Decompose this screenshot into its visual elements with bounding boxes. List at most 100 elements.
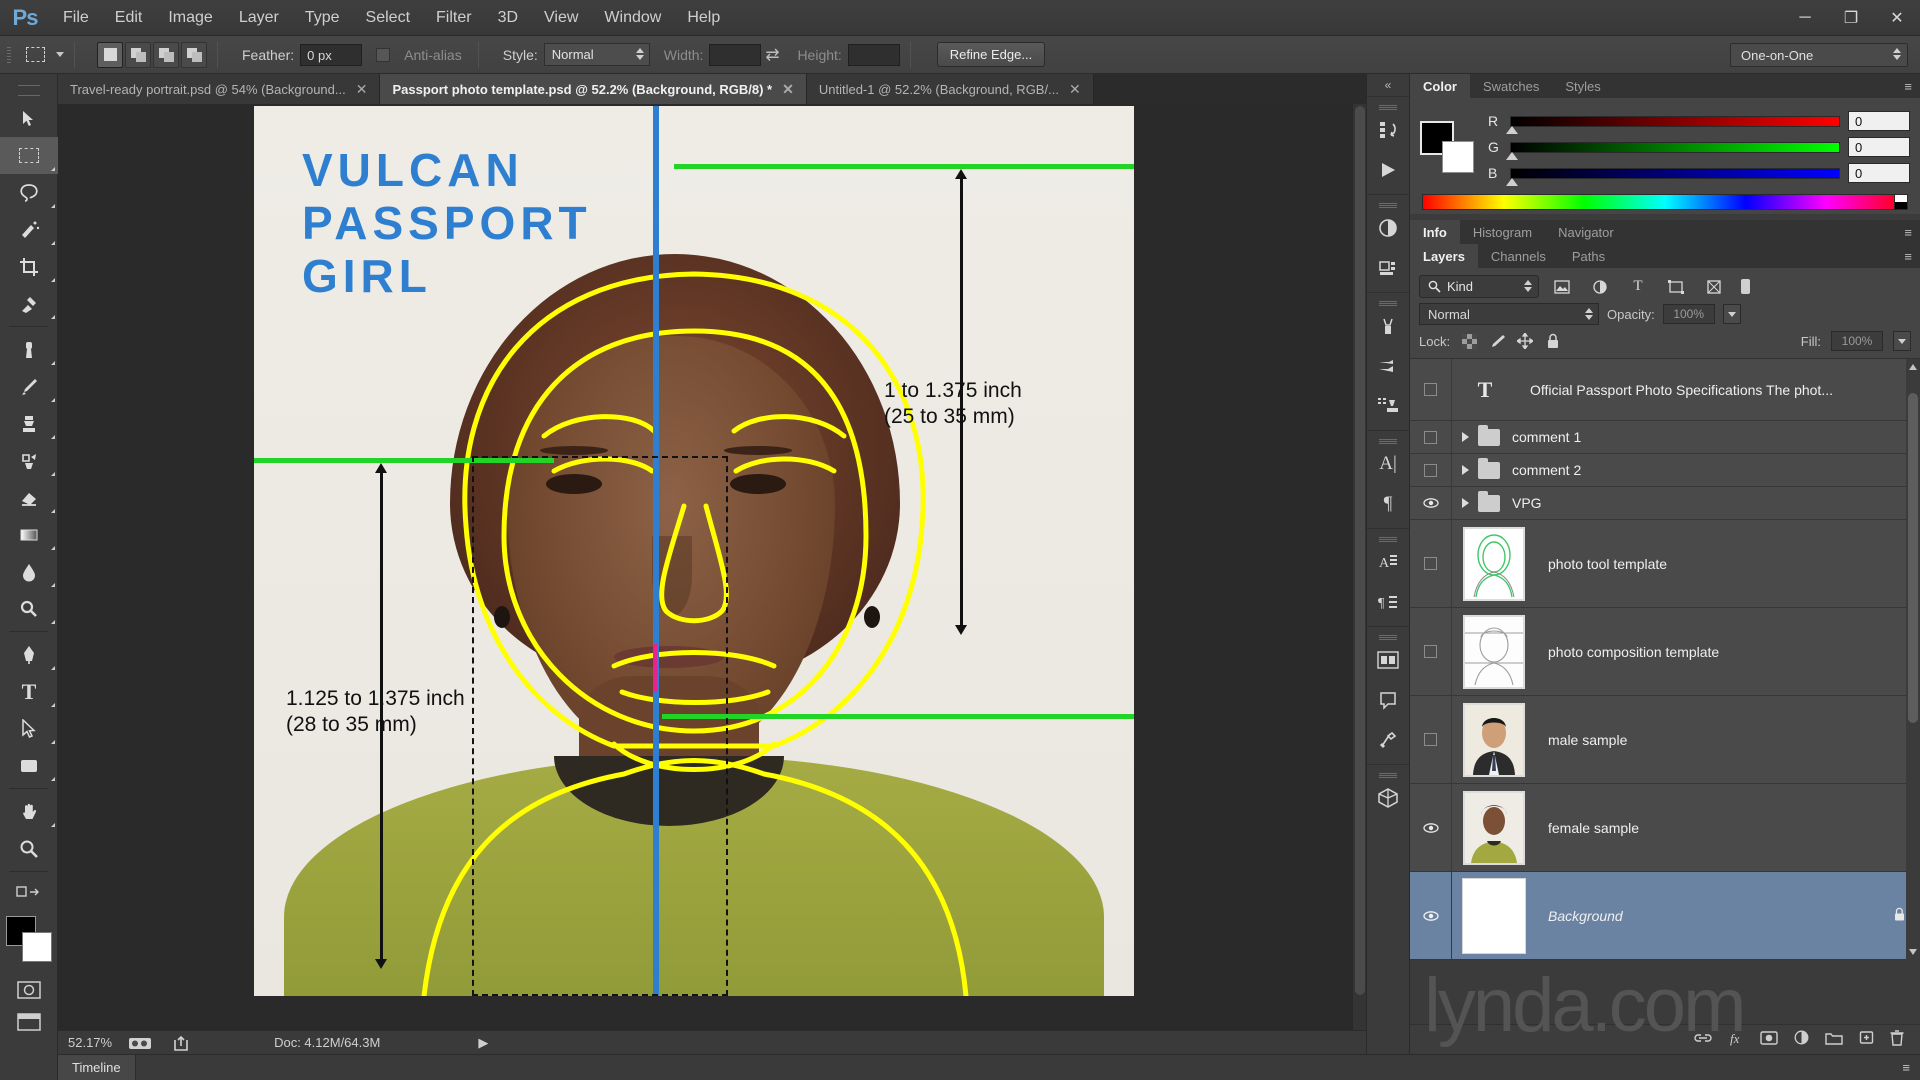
group-disclosure-triangle-icon[interactable] bbox=[1452, 498, 1478, 508]
close-icon[interactable]: ✕ bbox=[782, 81, 794, 98]
camera-icon[interactable] bbox=[126, 1035, 154, 1051]
timeline-panel-menu-icon[interactable]: ≡ bbox=[1902, 1060, 1920, 1075]
slider-handle-b[interactable] bbox=[1506, 178, 1518, 186]
table-row[interactable]: photo composition template bbox=[1410, 608, 1920, 696]
subtract-from-selection-button[interactable] bbox=[153, 42, 179, 68]
rectangular-marquee-tool[interactable] bbox=[0, 137, 58, 174]
tab-info[interactable]: Info bbox=[1410, 220, 1460, 244]
document-canvas[interactable]: 1 to 1.375 inch (25 to 35 mm) 1.125 to 1… bbox=[254, 106, 1134, 996]
clone-source-icon[interactable] bbox=[1367, 386, 1409, 426]
tab-styles[interactable]: Styles bbox=[1552, 74, 1613, 98]
layer-visibility-toggle[interactable] bbox=[1410, 520, 1452, 607]
table-row[interactable]: photo tool template bbox=[1410, 520, 1920, 608]
menu-layer[interactable]: Layer bbox=[226, 0, 292, 36]
layer-name[interactable]: female sample bbox=[1536, 820, 1639, 836]
path-selection-tool[interactable] bbox=[0, 710, 58, 747]
brush-tool[interactable] bbox=[0, 368, 58, 405]
minimize-button[interactable]: ─ bbox=[1782, 0, 1828, 36]
group-disclosure-triangle-icon[interactable] bbox=[1452, 432, 1478, 442]
rectangle-tool[interactable] bbox=[0, 747, 58, 784]
link-layers-icon[interactable] bbox=[1694, 1031, 1712, 1049]
close-icon[interactable]: ✕ bbox=[356, 81, 368, 98]
layer-visibility-toggle[interactable] bbox=[1410, 872, 1452, 959]
dock-grip[interactable] bbox=[1367, 769, 1409, 778]
paragraph-panel-icon[interactable]: ¶ bbox=[1367, 484, 1409, 524]
layer-thumbnail-cell[interactable] bbox=[1452, 527, 1536, 601]
layer-thumbnail-cell[interactable] bbox=[1452, 615, 1536, 689]
layer-visibility-toggle[interactable] bbox=[1410, 454, 1452, 486]
lock-image-pixels-icon[interactable] bbox=[1488, 332, 1506, 350]
document-tab-passport-photo-template[interactable]: Passport photo template.psd @ 52.2% (Bac… bbox=[380, 74, 806, 104]
blur-tool[interactable] bbox=[0, 553, 58, 590]
share-icon[interactable] bbox=[168, 1035, 196, 1051]
layer-name[interactable]: male sample bbox=[1536, 732, 1627, 748]
type-filter-icon[interactable]: T bbox=[1623, 275, 1653, 298]
character-panel-icon[interactable]: A| bbox=[1367, 444, 1409, 484]
layer-mask-icon[interactable] bbox=[1760, 1031, 1778, 1049]
anti-alias-checkbox[interactable] bbox=[376, 48, 390, 62]
document-tab-travel-ready-portrait[interactable]: Travel-ready portrait.psd @ 54% (Backgro… bbox=[58, 74, 380, 104]
quick-selection-tool[interactable] bbox=[0, 211, 58, 248]
eraser-tool[interactable] bbox=[0, 479, 58, 516]
status-expand-arrow-icon[interactable]: ▶ bbox=[478, 1035, 488, 1051]
feather-input[interactable]: 0 px bbox=[300, 44, 362, 66]
smart-object-filter-icon[interactable] bbox=[1699, 275, 1729, 298]
layer-visibility-toggle[interactable] bbox=[1410, 608, 1452, 695]
layer-filter-kind-select[interactable]: Kind bbox=[1419, 275, 1539, 298]
slider-handle-g[interactable] bbox=[1506, 152, 1518, 160]
layer-thumbnail-cell[interactable] bbox=[1452, 791, 1536, 865]
delete-layer-icon[interactable] bbox=[1890, 1030, 1904, 1050]
layer-name[interactable]: VPG bbox=[1500, 495, 1542, 511]
channel-slider-b[interactable] bbox=[1510, 168, 1840, 179]
layer-thumbnail-cell[interactable] bbox=[1452, 879, 1536, 953]
visibility-off-icon[interactable] bbox=[1424, 464, 1437, 477]
eyedropper-tool[interactable] bbox=[0, 285, 58, 322]
layer-list[interactable]: T Official Passport Photo Specifications… bbox=[1410, 358, 1920, 960]
dock-grip[interactable] bbox=[1367, 101, 1409, 110]
tab-color[interactable]: Color bbox=[1410, 74, 1470, 98]
menu-view[interactable]: View bbox=[531, 0, 591, 36]
menu-edit[interactable]: Edit bbox=[102, 0, 156, 36]
scroll-up-arrow-icon[interactable] bbox=[1909, 364, 1917, 370]
selection-marquee[interactable] bbox=[472, 456, 728, 996]
table-row[interactable]: comment 2 bbox=[1410, 454, 1920, 487]
color-panel-menu-icon[interactable]: ≡ bbox=[1904, 74, 1920, 98]
tab-paths[interactable]: Paths bbox=[1559, 244, 1618, 268]
layer-visibility-toggle[interactable] bbox=[1410, 421, 1452, 453]
layer-name[interactable]: photo composition template bbox=[1536, 644, 1719, 660]
tab-swatches[interactable]: Swatches bbox=[1470, 74, 1552, 98]
tab-navigator[interactable]: Navigator bbox=[1545, 220, 1627, 244]
hand-tool[interactable] bbox=[0, 793, 58, 830]
layer-name[interactable]: comment 1 bbox=[1500, 429, 1581, 445]
tab-histogram[interactable]: Histogram bbox=[1460, 220, 1545, 244]
options-bar-grip[interactable] bbox=[4, 42, 14, 68]
screen-mode-button[interactable] bbox=[0, 1006, 58, 1038]
visibility-off-icon[interactable] bbox=[1424, 645, 1437, 658]
new-selection-button[interactable] bbox=[97, 42, 123, 68]
menu-help[interactable]: Help bbox=[674, 0, 733, 36]
maximize-button[interactable]: ❐ bbox=[1828, 0, 1874, 36]
channel-slider-r[interactable] bbox=[1510, 116, 1840, 127]
background-color-swatch[interactable] bbox=[1442, 141, 1474, 173]
layer-name[interactable]: Background bbox=[1536, 908, 1623, 924]
foreground-background-color[interactable] bbox=[6, 916, 52, 962]
opacity-spinner-icon[interactable] bbox=[1723, 304, 1741, 324]
tool-presets-icon[interactable] bbox=[1367, 720, 1409, 760]
menu-image[interactable]: Image bbox=[155, 0, 225, 36]
background-color-swatch[interactable] bbox=[22, 932, 52, 962]
marquee-icon[interactable] bbox=[20, 41, 50, 69]
horizontal-type-tool[interactable]: T bbox=[0, 673, 58, 710]
history-panel-icon[interactable] bbox=[1367, 110, 1409, 150]
dodge-tool[interactable] bbox=[0, 590, 58, 627]
menu-3d[interactable]: 3D bbox=[485, 0, 531, 36]
lock-transparent-pixels-icon[interactable] bbox=[1460, 332, 1478, 350]
adjustments-panel-icon[interactable] bbox=[1367, 208, 1409, 248]
lock-all-icon[interactable] bbox=[1544, 332, 1562, 350]
layer-visibility-toggle[interactable] bbox=[1410, 487, 1452, 519]
gradient-tool[interactable] bbox=[0, 516, 58, 553]
quick-mask-mode-button[interactable] bbox=[0, 974, 58, 1006]
properties-panel-icon[interactable] bbox=[1367, 248, 1409, 288]
move-tool[interactable] bbox=[0, 100, 58, 137]
scrollbar-thumb[interactable] bbox=[1355, 106, 1365, 995]
spot-healing-brush-tool[interactable] bbox=[0, 331, 58, 368]
